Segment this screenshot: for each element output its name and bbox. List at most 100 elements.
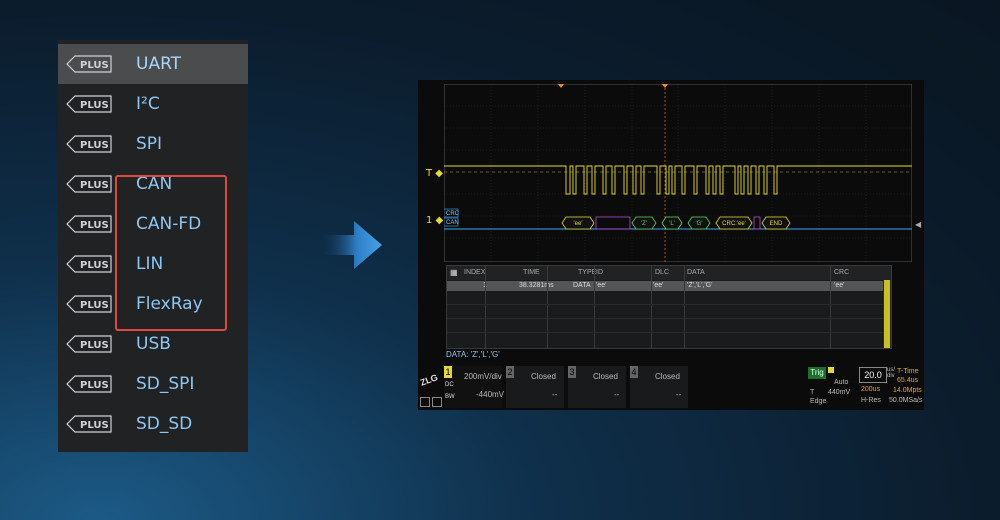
decode-field-marker [595, 216, 631, 230]
plus-badge-icon: PLUS [66, 295, 112, 313]
zlg-logo: ZLG [418, 372, 440, 388]
plus-badge-icon: PLUS [66, 135, 112, 153]
channel-4-panel[interactable]: 4 Closed -- [630, 366, 688, 408]
cell-crc: 'ee' [834, 282, 845, 289]
display-icon[interactable] [420, 397, 430, 407]
timebase-unit-bottom: div [887, 373, 895, 379]
sample-rate: 50.0MSa/s [889, 397, 923, 404]
memory-depth: 14.0Mpts [893, 387, 922, 394]
protocol-item[interactable]: PLUS SPI [58, 124, 248, 164]
trigger-position-marker [558, 84, 564, 88]
col-dlc: DLC [655, 269, 670, 276]
cell-time: 38.3281ms [519, 282, 554, 289]
ch1-bandwidth: BW [445, 394, 455, 400]
ch1-coupling: DC [445, 382, 454, 388]
decode-summary: DATA: 'Z','L','G' [446, 350, 500, 359]
cell-type: DATA [573, 282, 591, 289]
protocol-label: SPI [136, 134, 163, 154]
right-arrow-icon [320, 221, 382, 269]
cell-data: 'Z','L','G' [687, 282, 713, 289]
col-data: DATA [687, 269, 705, 276]
timebase-panel[interactable]: 20.0 us/ div 200us H-Res T-Time 65.4us 1… [859, 367, 922, 407]
protocol-label: SD_SPI [136, 374, 195, 394]
col-id: ID [596, 269, 603, 276]
decode-segment-label: CRC:'ee' [722, 221, 746, 227]
ch1-offset-marker[interactable]: 1 ◆ [426, 215, 443, 226]
svg-text:PLUS: PLUS [80, 380, 109, 391]
channel-2-panel[interactable]: 2 Closed -- [506, 366, 564, 408]
channel-offset: -440mV [476, 390, 505, 399]
svg-text:PLUS: PLUS [80, 180, 109, 191]
trigger-label: Trig [808, 367, 826, 379]
plus-badge-icon: PLUS [66, 335, 112, 353]
zoom-icon[interactable] [432, 397, 442, 407]
trigger-level: 440mV [828, 389, 851, 396]
trigger-level-marker[interactable]: T ◆ [426, 168, 443, 179]
decode-segment-label: 'ee' [574, 221, 583, 227]
svg-text:PLUS: PLUS [80, 100, 109, 111]
plus-badge-icon: PLUS [66, 215, 112, 233]
channel-scale: Closed [593, 372, 618, 381]
trigger-type: T [810, 389, 815, 396]
decode-table[interactable]: ▦ INDEX TIME TYPE ID DLC DATA CRC 1 38.3… [446, 265, 892, 349]
cell-id: 'ee' [596, 282, 607, 289]
svg-text:PLUS: PLUS [80, 60, 109, 71]
oscilloscope-screen: T ◆ 1 ◆ CRC CAN 'ee' 'Z' 'L' 'G' CRC:'ee' END… [418, 80, 924, 410]
svg-text:PLUS: PLUS [80, 140, 109, 151]
plus-badge-icon: PLUS [66, 175, 112, 193]
trigger-panel[interactable]: Trig Auto T 440mV Edge [808, 367, 856, 407]
protocol-item[interactable]: PLUS SD_SD [58, 404, 248, 444]
channel-scale: 200mV/div [464, 372, 502, 381]
decode-segment-label: 'L' [669, 221, 675, 227]
decode-segment-label: 'Z' [641, 221, 647, 227]
channel-number: 2 [506, 366, 514, 378]
channel-3-panel[interactable]: 3 Closed -- [568, 366, 626, 408]
table-row[interactable] [447, 281, 883, 291]
t-time-value: 65.4us [897, 377, 919, 384]
decode-field-marker [753, 216, 761, 230]
col-crc: CRC [834, 269, 850, 276]
svg-text:PLUS: PLUS [80, 420, 109, 431]
table-scrollbar[interactable] [883, 280, 891, 348]
svg-text:PLUS: PLUS [80, 340, 109, 351]
timebase-scale: 20.0 [859, 367, 887, 383]
plus-badge-icon: PLUS [66, 375, 112, 393]
channel-offset: -- [614, 390, 620, 399]
svg-text:PLUS: PLUS [80, 300, 109, 311]
hres-label: H-Res [861, 397, 881, 404]
decode-segment-label: 'G' [696, 221, 703, 227]
time-offset-marker [662, 84, 668, 88]
trigger-mode: Auto [834, 379, 849, 386]
plus-badge-icon: PLUS [66, 255, 112, 273]
channel-number: 4 [630, 366, 638, 378]
protocol-item[interactable]: PLUS SD_SPI [58, 364, 248, 404]
channel-1-panel[interactable]: 1 200mV/div -440mV DC BW [444, 366, 505, 408]
status-bar: ZLG 1 200mV/div -440mV DC BW 2 Closed -- 3 Closed… [418, 365, 924, 410]
svg-text:PLUS: PLUS [80, 260, 109, 271]
col-index: INDEX [464, 269, 486, 276]
protocol-label: I²C [136, 94, 160, 114]
decode-table-icon: ▦ [450, 268, 458, 277]
can-tag: CAN [446, 220, 459, 226]
decode-segment-label: END [770, 221, 783, 227]
trigger-slope: Edge [810, 398, 827, 405]
t-time-label: T-Time [897, 368, 919, 375]
channel-scale: Closed [531, 372, 556, 381]
plus-badge-icon: PLUS [66, 415, 112, 433]
side-collapse-icon[interactable]: ◀ [915, 220, 921, 229]
waveform-area[interactable]: CRC CAN 'ee' 'Z' 'L' 'G' CRC:'ee' END [444, 84, 912, 262]
protocol-label: UART [136, 54, 182, 74]
plus-badge-icon: PLUS [66, 95, 112, 113]
cell-dlc: 'ee' [653, 282, 664, 289]
timebase-offset: 200us [861, 386, 881, 393]
trigger-source-icon [828, 367, 834, 373]
can-family-highlight [115, 175, 227, 331]
channel-offset: -- [676, 390, 682, 399]
col-time: TIME [523, 269, 540, 276]
protocol-item[interactable]: PLUS UART [58, 44, 248, 84]
protocol-item[interactable]: PLUS I²C [58, 84, 248, 124]
crc-tag: CRC [446, 211, 460, 217]
plus-badge-icon: PLUS [66, 55, 112, 73]
channel-number: 3 [568, 366, 576, 378]
channel-number: 1 [444, 366, 452, 378]
